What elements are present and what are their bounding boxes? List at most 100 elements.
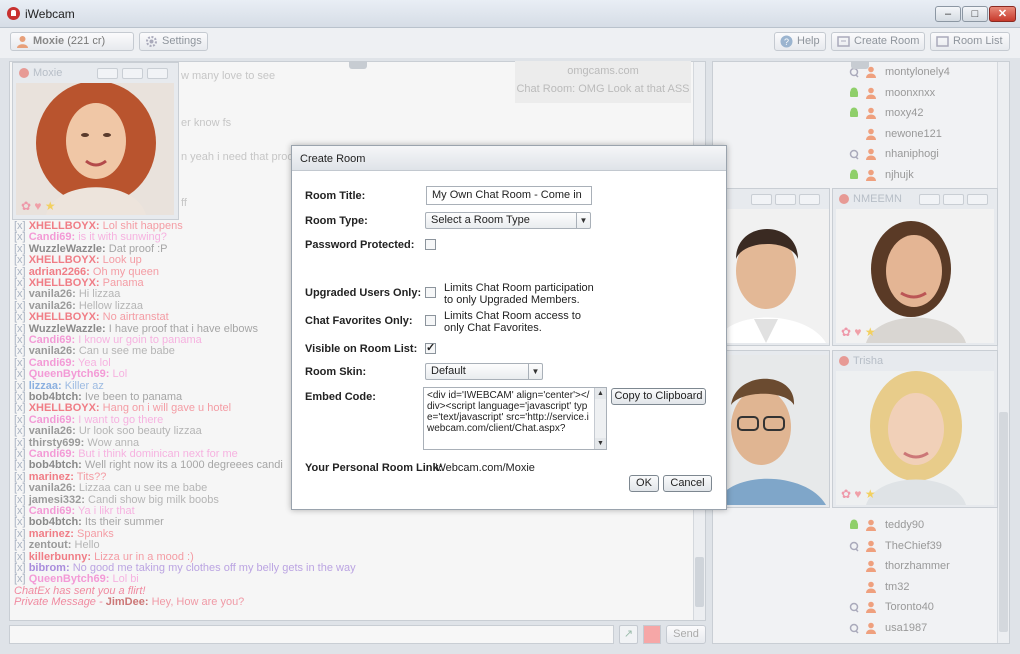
chat-username[interactable]: vanila26: [29, 345, 76, 357]
favorites-checkbox[interactable] [425, 315, 436, 326]
chat-remove-marker[interactable]: [x] [14, 425, 26, 437]
collapse-tab[interactable] [349, 61, 367, 69]
chat-remove-marker[interactable]: [x] [14, 539, 26, 551]
chat-username[interactable]: XHELLBOYX: [29, 402, 100, 414]
chat-username[interactable]: Candi69: [29, 231, 75, 243]
upgraded-checkbox[interactable] [425, 287, 436, 298]
chat-remove-marker[interactable]: [x] [14, 220, 26, 232]
chat-scroll-thumb[interactable] [695, 557, 704, 607]
create-room-button[interactable]: Create Room [831, 32, 925, 51]
close-button[interactable]: ✕ [989, 6, 1016, 22]
user-list-scroll-thumb[interactable] [999, 412, 1008, 632]
chat-remove-marker[interactable]: [x] [14, 391, 26, 403]
chat-username[interactable]: QueenBytch69: [29, 368, 110, 380]
chat-username[interactable]: Candi69: [29, 357, 75, 369]
cam-close-button[interactable] [147, 68, 168, 79]
user-list-item[interactable]: moxy42 [849, 105, 999, 123]
chat-remove-marker[interactable]: [x] [14, 357, 26, 369]
chat-remove-marker[interactable]: [x] [14, 266, 26, 278]
user-list-scrollbar[interactable] [997, 62, 1009, 643]
embed-scrollbar[interactable]: ▲ ▼ [594, 388, 606, 449]
chat-remove-marker[interactable]: [x] [14, 459, 26, 471]
scroll-down-icon[interactable]: ▼ [595, 438, 606, 449]
chat-remove-marker[interactable]: [x] [14, 231, 26, 243]
chat-remove-marker[interactable]: [x] [14, 516, 26, 528]
chat-username[interactable]: XHELLBOYX: [29, 220, 100, 232]
webcam-window-trisha[interactable]: Trisha ✿ ♥ ★ [832, 350, 998, 508]
embed-code-textarea[interactable]: <div id='IWEBCAM' align='center'></div><… [423, 387, 607, 450]
chat-username[interactable]: XHELLBOYX: [29, 311, 100, 323]
user-list-collapse-tab[interactable] [851, 61, 869, 69]
user-list-item[interactable]: TheChief39 [849, 538, 999, 556]
visible-checkbox[interactable] [425, 341, 436, 354]
ok-button[interactable]: OK [629, 475, 659, 492]
cam-close-button[interactable] [799, 194, 820, 205]
flower-icon[interactable]: ✿ [21, 199, 31, 213]
chat-username[interactable]: QueenBytch69: [29, 573, 110, 585]
password-checkbox[interactable] [425, 239, 436, 250]
chat-remove-marker[interactable]: [x] [14, 562, 26, 574]
chat-remove-marker[interactable]: [x] [14, 448, 26, 460]
chat-username[interactable]: zentout: [29, 539, 72, 551]
copy-to-clipboard-button[interactable]: Copy to Clipboard [611, 388, 706, 405]
chat-remove-marker[interactable]: [x] [14, 402, 26, 414]
chat-remove-marker[interactable]: [x] [14, 345, 26, 357]
heart-icon[interactable]: ♥ [854, 487, 861, 501]
heart-icon[interactable]: ♥ [34, 199, 41, 213]
user-list-item[interactable]: tm32 [849, 579, 999, 597]
minimize-button[interactable]: – [935, 6, 961, 22]
user-list-item[interactable]: njhujk [849, 167, 999, 185]
flower-icon[interactable]: ✿ [841, 325, 851, 339]
chat-remove-marker[interactable]: [x] [14, 323, 26, 335]
chat-remove-marker[interactable]: [x] [14, 300, 26, 312]
chat-username[interactable]: WuzzleWazzle: [29, 243, 106, 255]
chat-username[interactable]: XHELLBOYX: [29, 277, 100, 289]
cam-minimize-button[interactable] [751, 194, 772, 205]
room-skin-select[interactable]: Default ▼ [425, 363, 543, 380]
cam-maximize-button[interactable] [775, 194, 796, 205]
chat-username[interactable]: marinez: [29, 471, 74, 483]
chat-username[interactable]: killerbunny: [29, 551, 91, 563]
chat-username[interactable]: bibrom: [29, 562, 70, 574]
chat-remove-marker[interactable]: [x] [14, 380, 26, 392]
user-list-item[interactable]: thorzhammer [849, 558, 999, 576]
chat-remove-marker[interactable]: [x] [14, 277, 26, 289]
webcam-window-nmeemn[interactable]: NMEEMN ✿ ♥ ★ [832, 188, 998, 346]
cam-maximize-button[interactable] [943, 194, 964, 205]
chat-username[interactable]: vanila26: [29, 425, 76, 437]
chat-remove-marker[interactable]: [x] [14, 368, 26, 380]
chat-username[interactable]: jamesi332: [29, 494, 85, 506]
user-list-item[interactable]: montylonely4 [849, 64, 999, 82]
user-profile-button[interactable]: Moxie (221 cr) [10, 32, 134, 51]
chat-remove-marker[interactable]: [x] [14, 494, 26, 506]
settings-button[interactable]: Settings [139, 32, 208, 51]
chat-username[interactable]: bob4btch: [29, 459, 82, 471]
room-title-input[interactable]: My Own Chat Room - Come in [426, 186, 592, 205]
scroll-up-icon[interactable]: ▲ [595, 388, 606, 399]
chat-remove-marker[interactable]: [x] [14, 505, 26, 517]
chat-username[interactable]: bob4btch: [29, 391, 82, 403]
room-list-button[interactable]: Room List [930, 32, 1010, 51]
chat-username[interactable]: Candi69: [29, 448, 75, 460]
chat-username[interactable]: adrian2266: [29, 266, 90, 278]
send-button[interactable]: Send [666, 625, 706, 644]
heart-icon[interactable]: ♥ [854, 325, 861, 339]
chat-remove-marker[interactable]: [x] [14, 551, 26, 563]
chat-remove-marker[interactable]: [x] [14, 254, 26, 266]
chat-message-input[interactable] [9, 625, 614, 644]
chat-remove-marker[interactable]: [x] [14, 243, 26, 255]
user-list-item[interactable]: newone121 [849, 126, 999, 144]
user-list-item[interactable]: teddy90 [849, 517, 999, 535]
user-list-item[interactable]: Toronto40 [849, 599, 999, 617]
chat-remove-marker[interactable]: [x] [14, 311, 26, 323]
chat-username[interactable]: bob4btch: [29, 516, 82, 528]
private-message[interactable]: Private Message - JimDee: Hey, How are y… [14, 596, 244, 608]
expand-icon[interactable]: ↗ [619, 625, 638, 644]
chat-username[interactable]: Candi69: [29, 414, 75, 426]
flower-icon[interactable]: ✿ [841, 487, 851, 501]
chat-username[interactable]: vanila26: [29, 288, 76, 300]
user-list-item[interactable]: nhaniphogi [849, 146, 999, 164]
webcam-window-1[interactable] [712, 188, 830, 346]
chat-remove-marker[interactable]: [x] [14, 437, 26, 449]
chat-username[interactable]: XHELLBOYX: [29, 254, 100, 266]
